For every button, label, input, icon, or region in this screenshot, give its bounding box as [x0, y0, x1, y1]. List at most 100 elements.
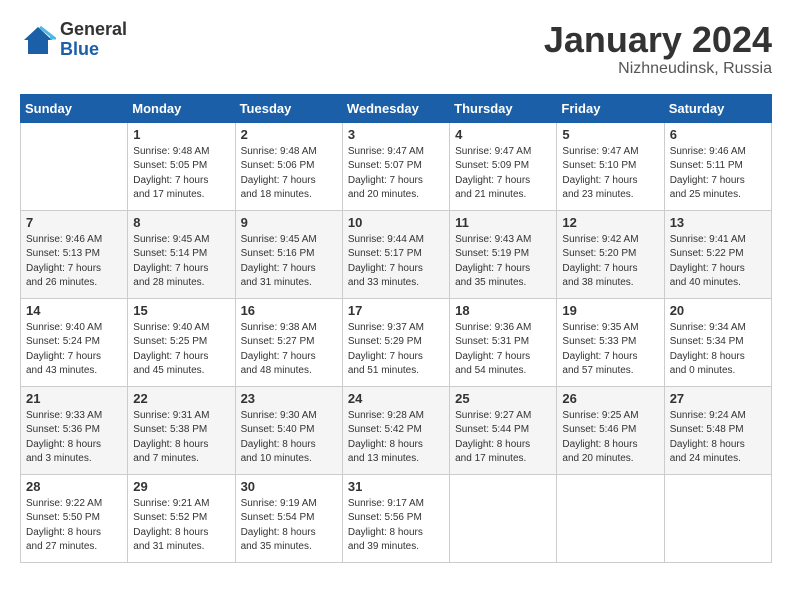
- header-thursday: Thursday: [450, 94, 557, 122]
- calendar-week-row: 14Sunrise: 9:40 AM Sunset: 5:24 PM Dayli…: [21, 298, 772, 386]
- calendar-cell: 31 Sunrise: 9:17 AM Sunset: 5:56 PM Dayli…: [342, 474, 449, 562]
- calendar-cell: 2 Sunrise: 9:48 AM Sunset: 5:06 PM Daylig…: [235, 122, 342, 210]
- cell-date-number: 6: [670, 127, 766, 142]
- cell-date-number: 30: [241, 479, 337, 494]
- calendar-cell: 9 Sunrise: 9:45 AM Sunset: 5:16 PM Daylig…: [235, 210, 342, 298]
- logo-icon: [20, 22, 56, 58]
- cell-daylight-info: Sunrise: 9:27 AM Sunset: 5:44 PM Dayligh…: [455, 409, 551, 467]
- cell-date-number: 31: [348, 479, 444, 494]
- cell-date-number: 14: [26, 303, 122, 318]
- cell-daylight-info: Sunrise: 9:44 AM Sunset: 5:17 PM Dayligh…: [348, 233, 444, 291]
- cell-date-number: 17: [348, 303, 444, 318]
- calendar-cell: 27 Sunrise: 9:24 AM Sunset: 5:48 PM Dayli…: [664, 386, 771, 474]
- cell-daylight-info: Sunrise: 9:48 AM Sunset: 5:06 PM Dayligh…: [241, 145, 337, 203]
- cell-date-number: 9: [241, 215, 337, 230]
- month-year-title: January 2024: [544, 20, 772, 60]
- cell-daylight-info: Sunrise: 9:47 AM Sunset: 5:07 PM Dayligh…: [348, 145, 444, 203]
- calendar-cell: 11Sunrise: 9:43 AM Sunset: 5:19 PM Dayli…: [450, 210, 557, 298]
- header-wednesday: Wednesday: [342, 94, 449, 122]
- cell-date-number: 27: [670, 391, 766, 406]
- cell-date-number: 2: [241, 127, 337, 142]
- cell-date-number: 23: [241, 391, 337, 406]
- calendar-cell: 18 Sunrise: 9:36 AM Sunset: 5:31 PM Dayli…: [450, 298, 557, 386]
- cell-daylight-info: Sunrise: 9:25 AM Sunset: 5:46 PM Dayligh…: [562, 409, 658, 467]
- calendar-cell: 5Sunrise: 9:47 AM Sunset: 5:10 PM Daylig…: [557, 122, 664, 210]
- cell-date-number: 21: [26, 391, 122, 406]
- cell-daylight-info: Sunrise: 9:47 AM Sunset: 5:09 PM Dayligh…: [455, 145, 551, 203]
- logo: General Blue: [20, 20, 132, 60]
- logo-general: General: [60, 19, 127, 39]
- header-monday: Monday: [128, 94, 235, 122]
- calendar-cell: 10 Sunrise: 9:44 AM Sunset: 5:17 PM Dayli…: [342, 210, 449, 298]
- cell-daylight-info: Sunrise: 9:24 AM Sunset: 5:48 PM Dayligh…: [670, 409, 766, 467]
- calendar-week-row: 7Sunrise: 9:46 AM Sunset: 5:13 PM Daylig…: [21, 210, 772, 298]
- calendar-cell: [21, 122, 128, 210]
- cell-date-number: 29: [133, 479, 229, 494]
- cell-date-number: 18: [455, 303, 551, 318]
- cell-date-number: 5: [562, 127, 658, 142]
- calendar-cell: 14Sunrise: 9:40 AM Sunset: 5:24 PM Dayli…: [21, 298, 128, 386]
- cell-daylight-info: Sunrise: 9:34 AM Sunset: 5:34 PM Dayligh…: [670, 321, 766, 379]
- cell-daylight-info: Sunrise: 9:42 AM Sunset: 5:20 PM Dayligh…: [562, 233, 658, 291]
- cell-daylight-info: Sunrise: 9:36 AM Sunset: 5:31 PM Dayligh…: [455, 321, 551, 379]
- cell-date-number: 3: [348, 127, 444, 142]
- cell-daylight-info: Sunrise: 9:21 AM Sunset: 5:52 PM Dayligh…: [133, 497, 229, 555]
- calendar-cell: 26 Sunrise: 9:25 AM Sunset: 5:46 PM Dayli…: [557, 386, 664, 474]
- cell-daylight-info: Sunrise: 9:22 AM Sunset: 5:50 PM Dayligh…: [26, 497, 122, 555]
- calendar-cell: 21Sunrise: 9:33 AM Sunset: 5:36 PM Dayli…: [21, 386, 128, 474]
- calendar-week-row: 21Sunrise: 9:33 AM Sunset: 5:36 PM Dayli…: [21, 386, 772, 474]
- calendar-week-row: 1Sunrise: 9:48 AM Sunset: 5:05 PM Daylig…: [21, 122, 772, 210]
- cell-daylight-info: Sunrise: 9:17 AM Sunset: 5:56 PM Dayligh…: [348, 497, 444, 555]
- cell-daylight-info: Sunrise: 9:45 AM Sunset: 5:16 PM Dayligh…: [241, 233, 337, 291]
- cell-date-number: 28: [26, 479, 122, 494]
- cell-date-number: 4: [455, 127, 551, 142]
- cell-date-number: 15: [133, 303, 229, 318]
- cell-daylight-info: Sunrise: 9:38 AM Sunset: 5:27 PM Dayligh…: [241, 321, 337, 379]
- cell-date-number: 19: [562, 303, 658, 318]
- calendar-cell: 1Sunrise: 9:48 AM Sunset: 5:05 PM Daylig…: [128, 122, 235, 210]
- cell-daylight-info: Sunrise: 9:46 AM Sunset: 5:11 PM Dayligh…: [670, 145, 766, 203]
- header-tuesday: Tuesday: [235, 94, 342, 122]
- cell-date-number: 22: [133, 391, 229, 406]
- calendar-cell: 24 Sunrise: 9:28 AM Sunset: 5:42 PM Dayli…: [342, 386, 449, 474]
- cell-daylight-info: Sunrise: 9:30 AM Sunset: 5:40 PM Dayligh…: [241, 409, 337, 467]
- cell-date-number: 20: [670, 303, 766, 318]
- cell-daylight-info: Sunrise: 9:37 AM Sunset: 5:29 PM Dayligh…: [348, 321, 444, 379]
- cell-daylight-info: Sunrise: 9:28 AM Sunset: 5:42 PM Dayligh…: [348, 409, 444, 467]
- calendar-header-row: SundayMondayTuesdayWednesdayThursdayFrid…: [21, 94, 772, 122]
- calendar-cell: [664, 474, 771, 562]
- cell-daylight-info: Sunrise: 9:35 AM Sunset: 5:33 PM Dayligh…: [562, 321, 658, 379]
- calendar-cell: 25 Sunrise: 9:27 AM Sunset: 5:44 PM Dayli…: [450, 386, 557, 474]
- calendar-cell: 4 Sunrise: 9:47 AM Sunset: 5:09 PM Daylig…: [450, 122, 557, 210]
- cell-daylight-info: Sunrise: 9:41 AM Sunset: 5:22 PM Dayligh…: [670, 233, 766, 291]
- page-header: General Blue January 2024 Nizhneudinsk, …: [20, 20, 772, 78]
- calendar-table: SundayMondayTuesdayWednesdayThursdayFrid…: [20, 94, 772, 563]
- header-friday: Friday: [557, 94, 664, 122]
- cell-date-number: 25: [455, 391, 551, 406]
- calendar-cell: 22 Sunrise: 9:31 AM Sunset: 5:38 PM Dayli…: [128, 386, 235, 474]
- calendar-cell: 17 Sunrise: 9:37 AM Sunset: 5:29 PM Dayli…: [342, 298, 449, 386]
- cell-date-number: 16: [241, 303, 337, 318]
- calendar-cell: 19 Sunrise: 9:35 AM Sunset: 5:33 PM Dayli…: [557, 298, 664, 386]
- calendar-cell: 7Sunrise: 9:46 AM Sunset: 5:13 PM Daylig…: [21, 210, 128, 298]
- cell-date-number: 26: [562, 391, 658, 406]
- cell-date-number: 12: [562, 215, 658, 230]
- cell-date-number: 10: [348, 215, 444, 230]
- logo-text: General Blue: [60, 20, 132, 60]
- calendar-cell: 20 Sunrise: 9:34 AM Sunset: 5:34 PM Dayli…: [664, 298, 771, 386]
- calendar-cell: 3 Sunrise: 9:47 AM Sunset: 5:07 PM Daylig…: [342, 122, 449, 210]
- cell-daylight-info: Sunrise: 9:31 AM Sunset: 5:38 PM Dayligh…: [133, 409, 229, 467]
- cell-daylight-info: Sunrise: 9:43 AM Sunset: 5:19 PM Dayligh…: [455, 233, 551, 291]
- cell-daylight-info: Sunrise: 9:19 AM Sunset: 5:54 PM Dayligh…: [241, 497, 337, 555]
- cell-daylight-info: Sunrise: 9:48 AM Sunset: 5:05 PM Dayligh…: [133, 145, 229, 203]
- cell-daylight-info: Sunrise: 9:45 AM Sunset: 5:14 PM Dayligh…: [133, 233, 229, 291]
- calendar-cell: 8 Sunrise: 9:45 AM Sunset: 5:14 PM Daylig…: [128, 210, 235, 298]
- location-title: Nizhneudinsk, Russia: [544, 60, 772, 78]
- calendar-week-row: 28 Sunrise: 9:22 AM Sunset: 5:50 PM Dayli…: [21, 474, 772, 562]
- cell-date-number: 24: [348, 391, 444, 406]
- calendar-cell: 23 Sunrise: 9:30 AM Sunset: 5:40 PM Dayli…: [235, 386, 342, 474]
- cell-date-number: 8: [133, 215, 229, 230]
- cell-daylight-info: Sunrise: 9:40 AM Sunset: 5:25 PM Dayligh…: [133, 321, 229, 379]
- cell-date-number: 7: [26, 215, 122, 230]
- header-sunday: Sunday: [21, 94, 128, 122]
